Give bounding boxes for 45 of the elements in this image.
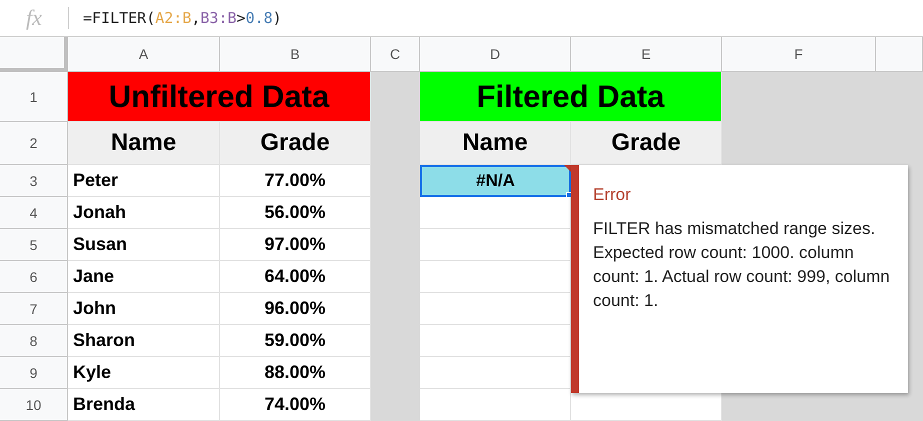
formula-field[interactable]: =FILTER(A2:B,B3:B>0.8) <box>83 9 282 27</box>
column-header[interactable] <box>876 37 923 72</box>
column-heading: Name <box>68 122 220 165</box>
table-cell: Jane <box>68 261 220 293</box>
table-cell: Susan <box>68 229 220 261</box>
column-header[interactable]: C <box>371 37 420 72</box>
row-header[interactable]: 7 <box>0 293 68 325</box>
table-cell: 64.00% <box>220 261 371 293</box>
column-header[interactable]: B <box>220 37 371 72</box>
column-header[interactable]: A <box>68 37 220 72</box>
select-all-corner[interactable] <box>0 37 68 72</box>
column-header[interactable]: F <box>722 37 876 72</box>
table-cell: 74.00% <box>220 389 371 421</box>
table-cell: Jonah <box>68 197 220 229</box>
table-cell: 56.00% <box>220 197 371 229</box>
row-header[interactable]: 2 <box>0 122 68 165</box>
table-title: Unfiltered Data <box>68 72 371 122</box>
column-heading: Grade <box>220 122 371 165</box>
row-header[interactable]: 4 <box>0 197 68 229</box>
table-title: Filtered Data <box>420 72 722 122</box>
table-cell: 59.00% <box>220 325 371 357</box>
table-cell: John <box>68 293 220 325</box>
table-cell: 88.00% <box>220 357 371 389</box>
row-header[interactable]: 6 <box>0 261 68 293</box>
row-header[interactable]: 3 <box>0 165 68 197</box>
table-cell: Kyle <box>68 357 220 389</box>
column-heading: Name <box>420 122 571 165</box>
row-header[interactable]: 5 <box>0 229 68 261</box>
row-header[interactable]: 8 <box>0 325 68 357</box>
error-title: Error <box>593 185 632 205</box>
row-header[interactable]: 10 <box>0 389 68 421</box>
column-header[interactable]: D <box>420 37 571 72</box>
table-cell: 77.00% <box>220 165 371 197</box>
table-cell: 96.00% <box>220 293 371 325</box>
table-cell: Sharon <box>68 325 220 357</box>
column-header[interactable]: E <box>571 37 722 72</box>
table-cell: Peter <box>68 165 220 197</box>
row-header[interactable]: 9 <box>0 357 68 389</box>
error-message: FILTER has mismatched range sizes. Expected row count: 1000. column count: 1. Actual row count: 999, column count: 1. <box>593 218 891 312</box>
table-cell: 97.00% <box>220 229 371 261</box>
column-heading: Grade <box>571 122 722 165</box>
row-header[interactable]: 1 <box>0 72 68 122</box>
table-cell[interactable]: #N/A <box>420 165 571 197</box>
table-cell: Brenda <box>68 389 220 421</box>
function-icon: fx <box>0 5 68 31</box>
